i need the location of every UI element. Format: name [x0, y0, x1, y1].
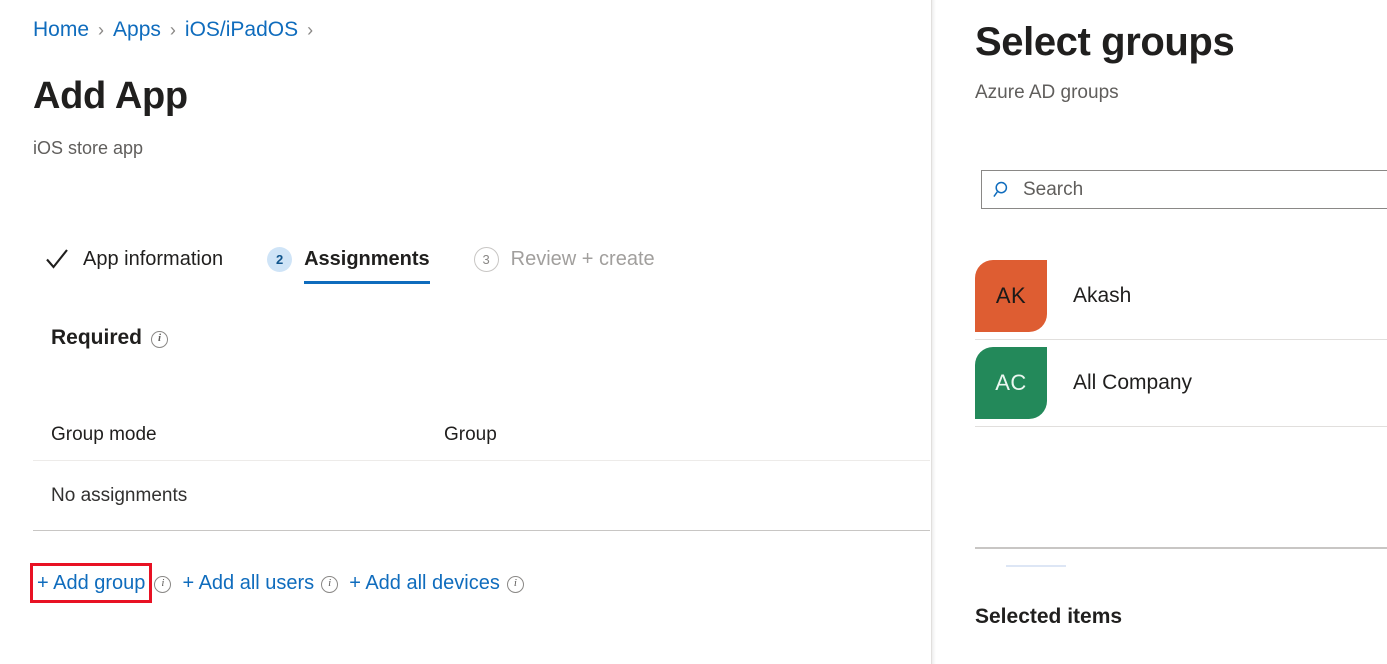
tab-app-information-label: App information: [83, 247, 223, 271]
avatar: AK: [975, 260, 1047, 332]
avatar: AC: [975, 347, 1047, 419]
list-item-label: All Company: [1073, 370, 1192, 396]
panel-subtitle: Azure AD groups: [975, 81, 1119, 105]
table-header-row: Group mode Group: [33, 410, 930, 460]
section-title-required: Required i: [51, 325, 168, 351]
column-header-group: Group: [444, 424, 744, 446]
wizard-step-tabs: App information 2 Assignments 3 Review +…: [44, 238, 699, 294]
search-input[interactable]: [1023, 171, 1387, 208]
active-tab-underline: [304, 281, 430, 284]
breadcrumb-item-home[interactable]: Home: [33, 18, 89, 42]
list-divider: [975, 426, 1387, 427]
breadcrumb-item-apps[interactable]: Apps: [113, 18, 161, 42]
add-all-users-action: + Add all users i: [182, 563, 338, 603]
breadcrumb-separator-icon: ›: [98, 18, 104, 42]
tab-review-create-label: Review + create: [511, 247, 655, 271]
table-divider: [33, 530, 930, 531]
group-results-list: AK Akash AC All Company: [975, 253, 1387, 427]
info-icon[interactable]: i: [151, 331, 168, 348]
step-badge-3: 3: [474, 247, 499, 272]
panel-title: Select groups: [975, 17, 1234, 67]
tab-assignments[interactable]: 2 Assignments: [267, 238, 430, 280]
cell-group-mode: No assignments: [51, 485, 187, 507]
check-icon: [44, 246, 70, 272]
table-row: No assignments: [33, 461, 930, 530]
search-icon: [992, 179, 1014, 201]
tab-assignments-label: Assignments: [304, 247, 430, 271]
add-group-link[interactable]: + Add group: [37, 571, 145, 595]
add-all-users-link[interactable]: + Add all users: [182, 571, 314, 595]
section-title-required-label: Required: [51, 325, 142, 351]
selected-items-accent-line: [1006, 565, 1066, 567]
breadcrumb-separator-icon: ›: [170, 18, 176, 42]
assignment-action-links: + Add group i + Add all users i + Add al…: [30, 563, 524, 603]
breadcrumb-item-ios-ipados[interactable]: iOS/iPadOS: [185, 18, 298, 42]
breadcrumb: Home › Apps › iOS/iPadOS ›: [33, 18, 322, 42]
main-content-pane: Home › Apps › iOS/iPadOS › Add App iOS s…: [0, 0, 931, 664]
list-item[interactable]: AC All Company: [975, 340, 1387, 426]
panel-edge-border: [931, 0, 932, 664]
breadcrumb-separator-icon: ›: [307, 18, 313, 42]
selected-items-divider: [975, 547, 1387, 549]
info-icon[interactable]: i: [154, 576, 171, 593]
step-badge-2: 2: [267, 247, 292, 272]
assignments-table: Group mode Group No assignments: [33, 410, 930, 531]
selected-items-title: Selected items: [975, 604, 1122, 630]
tab-review-create[interactable]: 3 Review + create: [474, 238, 655, 280]
info-icon[interactable]: i: [321, 576, 338, 593]
info-icon[interactable]: i: [507, 576, 524, 593]
screen-root: Home › Apps › iOS/iPadOS › Add App iOS s…: [0, 0, 1387, 664]
list-item[interactable]: AK Akash: [975, 253, 1387, 339]
add-all-devices-action: + Add all devices i: [349, 563, 524, 603]
page-subtitle: iOS store app: [33, 137, 143, 159]
select-groups-panel: Select groups Azure AD groups AK Akash A…: [931, 0, 1387, 664]
add-group-highlight-box: + Add group: [30, 563, 152, 603]
add-all-devices-link[interactable]: + Add all devices: [349, 571, 500, 595]
list-item-label: Akash: [1073, 283, 1131, 309]
column-header-group-mode: Group mode: [51, 424, 444, 446]
tab-app-information[interactable]: App information: [44, 238, 223, 280]
page-title: Add App: [33, 74, 188, 118]
search-box[interactable]: [981, 170, 1387, 209]
